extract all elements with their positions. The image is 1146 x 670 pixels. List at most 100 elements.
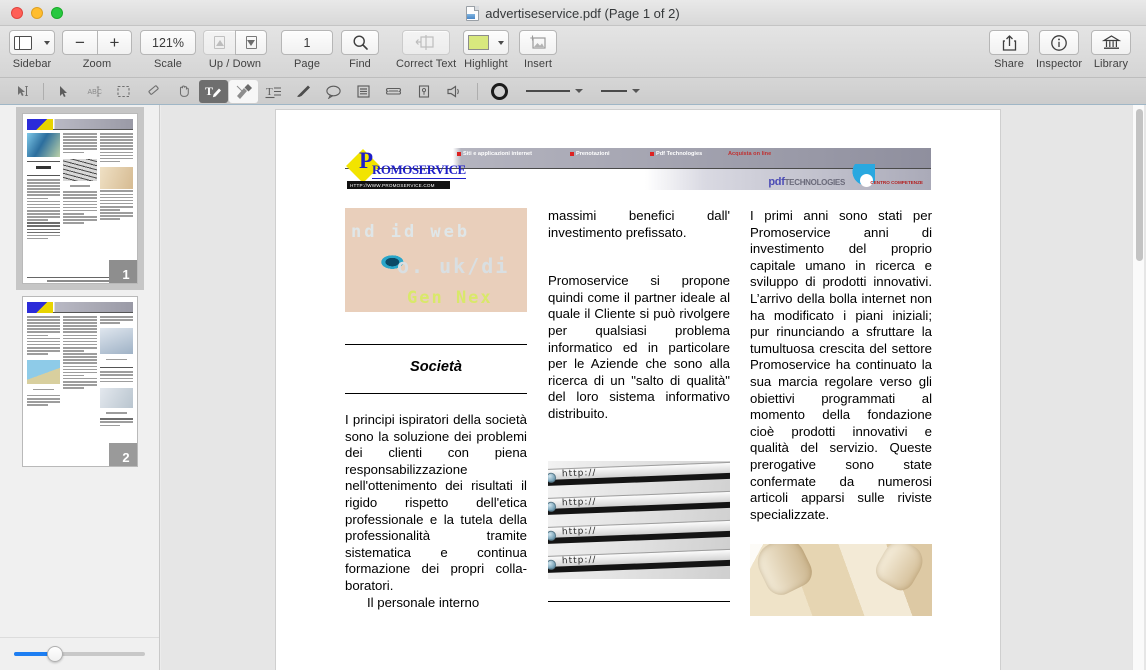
cloud-annotation-icon <box>385 87 402 95</box>
toolbar-divider <box>477 82 478 100</box>
page-down-icon <box>245 36 257 49</box>
ocr-text-icon-button[interactable]: ABC <box>79 80 108 103</box>
insert-image-icon <box>530 35 546 49</box>
thumbnail-item[interactable]: 2 <box>0 296 159 467</box>
sidebar-label: Sidebar <box>12 58 52 70</box>
marquee-select-icon-button[interactable] <box>109 80 138 103</box>
zoom-group: − + Zoom <box>62 30 132 70</box>
scale-field[interactable]: 121% <box>140 30 196 55</box>
thumbnail-page-number: 2 <box>109 443 137 466</box>
window-title: advertiseservice.pdf (Page 1 of 2) <box>0 0 1146 26</box>
scrollbar-thumb[interactable] <box>1135 109 1143 261</box>
library-icon <box>1101 35 1121 49</box>
logo-letter: P <box>359 148 374 173</box>
correct-text-icon <box>415 35 434 50</box>
thumbnail-zoom-slider[interactable] <box>0 637 159 670</box>
thumbnail-page-number: 1 <box>109 260 137 283</box>
http-row-label: http:// <box>561 554 597 566</box>
centro-competenze-logo: CENTRO COMPETENZE <box>870 179 923 185</box>
circle-shape-button[interactable] <box>483 80 515 103</box>
column3-paragraph-1: I primi anni sono stati per Promoservice… <box>750 208 932 522</box>
banner-nav-item-3[interactable]: Pdf Technologies <box>650 151 702 157</box>
svg-text:T: T <box>205 84 213 98</box>
pdf-logo-suffix: TECHNOLOGIES <box>784 178 846 187</box>
thumbnail-banner <box>27 302 133 313</box>
thumbnail-list[interactable]: 1 2 <box>0 105 159 637</box>
share-button[interactable] <box>989 30 1029 55</box>
thumbnail-page-preview <box>23 114 137 283</box>
note-icon-button[interactable] <box>349 80 378 103</box>
page-down-button[interactable] <box>235 30 267 55</box>
find-button[interactable] <box>341 30 379 55</box>
eye-web-image: Gen Nex <box>345 208 527 312</box>
partner-swoosh-icon <box>845 164 875 190</box>
window-title-text: advertiseservice.pdf (Page 1 of 2) <box>485 5 680 21</box>
share-group: Share <box>989 30 1029 70</box>
eraser-icon <box>147 85 159 95</box>
slider-knob[interactable] <box>46 646 63 662</box>
banner-nav-label: Prenotazioni <box>576 151 610 157</box>
zoom-in-button[interactable]: + <box>97 30 132 55</box>
thick-line-width-dropdown[interactable] <box>526 89 583 93</box>
page-thumbnail-2[interactable]: 2 <box>22 296 138 467</box>
cloud-annotation-icon-button[interactable] <box>379 80 408 103</box>
text-edit-icon-button[interactable]: T <box>259 80 288 103</box>
highlight-button[interactable] <box>463 30 509 55</box>
insert-button[interactable] <box>519 30 557 55</box>
insert-group: Insert <box>519 30 557 70</box>
thin-line-icon <box>601 90 627 92</box>
chevron-down-icon[interactable] <box>498 40 504 45</box>
slider-track[interactable] <box>14 646 145 662</box>
stamp-icon <box>418 84 429 98</box>
pdf-logo-text: pdf <box>768 176 785 188</box>
eraser-icon-button[interactable] <box>139 80 168 103</box>
page-label: Page <box>293 58 321 70</box>
share-icon <box>1002 34 1016 51</box>
banner-nav-item-2[interactable]: Prenotazioni <box>570 151 610 157</box>
document-view[interactable]: Siti e applicazioni internet Prenotazion… <box>161 105 1146 670</box>
page-number-field[interactable]: 1 <box>281 30 333 55</box>
page-up-button[interactable] <box>203 30 235 55</box>
library-label: Library <box>1093 58 1129 70</box>
document-banner: Siti e applicazioni internet Prenotazion… <box>345 148 931 190</box>
thumbnail-page-preview <box>23 297 137 466</box>
highlighter-icon <box>297 85 310 97</box>
page-thumbnail-1[interactable]: 1 <box>16 107 144 290</box>
hand-icon-button[interactable] <box>169 80 198 103</box>
page-group: 1 Page <box>281 30 333 70</box>
sound-icon <box>446 84 459 98</box>
document-vertical-scrollbar[interactable] <box>1132 105 1144 670</box>
correct-text-button[interactable] <box>402 30 451 55</box>
stamp-icon-button[interactable] <box>409 80 438 103</box>
sidebar-toggle-button[interactable] <box>9 30 55 55</box>
find-group: Find <box>341 30 379 70</box>
zoom-out-button[interactable]: − <box>62 30 97 55</box>
banner-nav-item-1[interactable]: Siti e applicazioni internet <box>457 151 532 157</box>
arrow-select-icon-button[interactable] <box>49 80 78 103</box>
share-label: Share <box>994 58 1024 70</box>
eye-image-overlay-bottom: Gen Nex <box>407 288 493 308</box>
thin-line-width-dropdown[interactable] <box>601 89 640 93</box>
highlight-color-swatch[interactable] <box>468 35 489 50</box>
pdf-page-1[interactable]: Siti e applicazioni internet Prenotazion… <box>276 110 1000 670</box>
comment-icon-button[interactable] <box>319 80 348 103</box>
banner-nav-label: Acquista on line <box>728 151 772 157</box>
thumbnail-item[interactable]: 1 <box>0 107 159 290</box>
chevron-down-icon <box>44 40 50 45</box>
whiteout-icon-button[interactable] <box>229 79 258 103</box>
pdf-document-icon <box>466 5 480 21</box>
library-button[interactable] <box>1091 30 1131 55</box>
banner-nav-item-4[interactable]: Acquista on line <box>728 151 771 157</box>
thumbnail-banner <box>27 119 133 130</box>
main-toolbar: Sidebar − + Zoom 121% Scale Up / Down 1 … <box>0 26 1146 78</box>
section-title-societa: Società <box>410 359 462 375</box>
sound-icon-button[interactable] <box>439 80 468 103</box>
pdf-editor-window: advertiseservice.pdf (Page 1 of 2) Sideb… <box>0 0 1146 670</box>
text-select-icon-button[interactable] <box>8 80 37 103</box>
zoom-label: Zoom <box>82 58 112 70</box>
highlighter-icon-button[interactable] <box>289 80 318 103</box>
inspector-button[interactable] <box>1039 30 1080 55</box>
text-edit-icon: T <box>265 86 281 98</box>
banner-nav-label: Siti e applicazioni internet <box>463 151 533 157</box>
correct-text-icon-button[interactable]: T <box>199 79 228 103</box>
